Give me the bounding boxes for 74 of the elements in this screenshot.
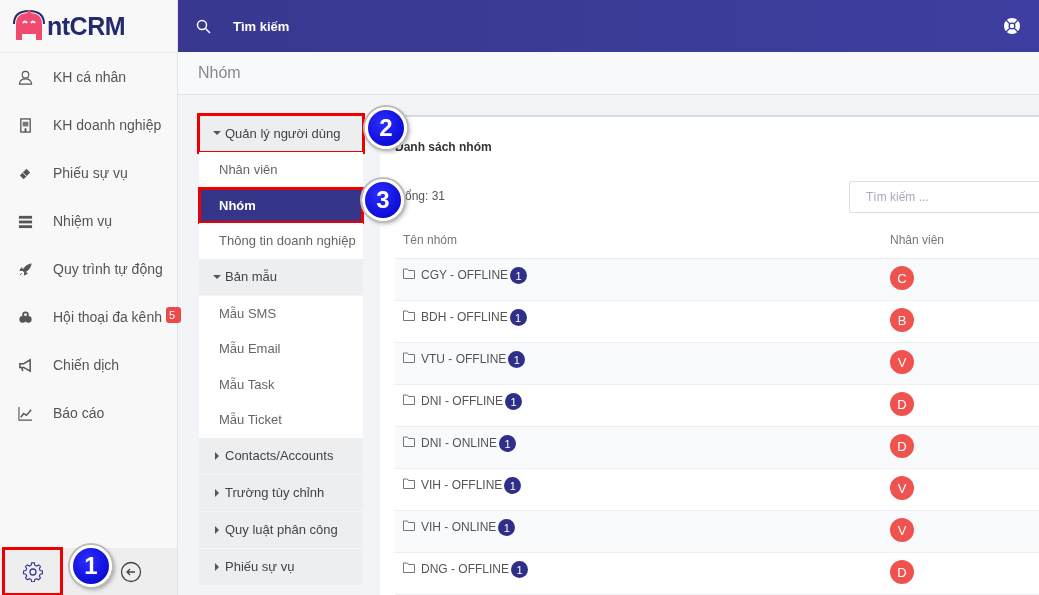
count-badge: 1 <box>498 519 516 536</box>
folder-icon <box>403 352 415 363</box>
search-icon[interactable] <box>196 18 211 34</box>
folder-icon <box>403 478 415 489</box>
avatar: V <box>890 350 914 374</box>
column-header: Nhân viên <box>890 233 945 247</box>
caret-icon <box>213 129 221 137</box>
settings-icon <box>22 561 43 582</box>
folder-icon <box>403 520 415 531</box>
search-field[interactable]: Tìm kiếm ... <box>849 181 1039 213</box>
avatar: D <box>890 392 914 416</box>
menu-group[interactable]: Quản lý người dùng <box>199 115 363 152</box>
group-name[interactable]: VIH - OFFLINE <box>421 478 503 492</box>
avatar: V <box>890 476 914 500</box>
avatar: V <box>890 518 914 542</box>
nav-item[interactable]: Quy trình tự động <box>0 245 177 293</box>
group-name[interactable]: BDH - OFFLINE <box>421 310 508 324</box>
folder-icon <box>403 562 415 573</box>
nav-item[interactable]: KH cá nhân <box>0 53 177 101</box>
group-name[interactable]: VIH - ONLINE <box>421 520 497 534</box>
rocket-icon <box>18 261 33 277</box>
nav-item[interactable]: Chiến dịch <box>0 341 177 389</box>
avatar: B <box>890 308 914 332</box>
logo-text: ntCRM <box>47 11 126 41</box>
folder-icon <box>403 268 415 279</box>
column-header: Tên nhóm <box>403 232 458 247</box>
count-badge: 1 <box>499 435 516 452</box>
caret-icon <box>213 272 221 281</box>
user-icon <box>18 69 33 85</box>
count-badge: 1 <box>509 309 527 326</box>
folder-icon <box>403 436 415 447</box>
settings-button[interactable] <box>5 550 60 593</box>
group-name[interactable]: DNI - OFFLINE <box>421 394 503 408</box>
folder-icon <box>403 310 415 321</box>
folder-icon <box>403 394 415 405</box>
caret-icon <box>213 525 221 534</box>
total-count: ổng: 31 <box>405 189 446 203</box>
menu-group[interactable]: Trường tùy chỉnh <box>199 474 363 512</box>
tasks-icon <box>18 213 33 229</box>
help-icon[interactable] <box>1003 17 1021 35</box>
group-name[interactable]: CGY - OFFLINE <box>421 268 509 282</box>
nav-item[interactable]: Báo cáo <box>0 389 177 437</box>
caret-icon <box>213 488 221 497</box>
count-badge: 1 <box>510 267 528 284</box>
caret-icon <box>213 562 221 571</box>
step-marker: 3 <box>362 179 404 221</box>
menu-group[interactable]: Quy luật phân công <box>199 511 363 549</box>
count-badge: 1 <box>505 393 522 410</box>
count-badge: 1 <box>511 561 528 578</box>
menu-group[interactable]: Bản mẫu <box>199 258 363 296</box>
collapse-button[interactable] <box>120 560 142 583</box>
count-badge: 1 <box>508 351 526 368</box>
nav-item[interactable]: KH doanh nghiệp <box>0 101 177 149</box>
menu-group[interactable]: Contacts/Accounts <box>199 437 363 475</box>
chart-icon <box>18 405 33 421</box>
menu-item[interactable]: Nhóm <box>199 187 363 223</box>
robot-logo-icon <box>12 10 46 42</box>
building-icon <box>18 117 33 133</box>
group-name[interactable]: DNI - ONLINE <box>421 436 497 450</box>
count-badge: 1 <box>504 477 522 494</box>
count-badge: 5 <box>165 307 181 323</box>
step-marker: 1 <box>70 545 112 587</box>
avatar: D <box>890 560 914 584</box>
group-name[interactable]: DNG - OFFLINE <box>421 562 509 576</box>
nav-item[interactable]: Nhiệm vụ <box>0 197 177 245</box>
page-title: Nhóm <box>198 64 241 82</box>
nav-item[interactable]: Phiếu sự vụ <box>0 149 177 197</box>
caret-icon <box>213 451 221 460</box>
megaphone-icon <box>18 357 33 373</box>
avatar: C <box>890 266 914 290</box>
group-name[interactable]: VTU - OFFLINE <box>421 352 507 366</box>
chat-icon <box>18 309 33 325</box>
menu-group[interactable]: Phiếu sự vụ <box>199 548 363 586</box>
avatar: D <box>890 434 914 458</box>
